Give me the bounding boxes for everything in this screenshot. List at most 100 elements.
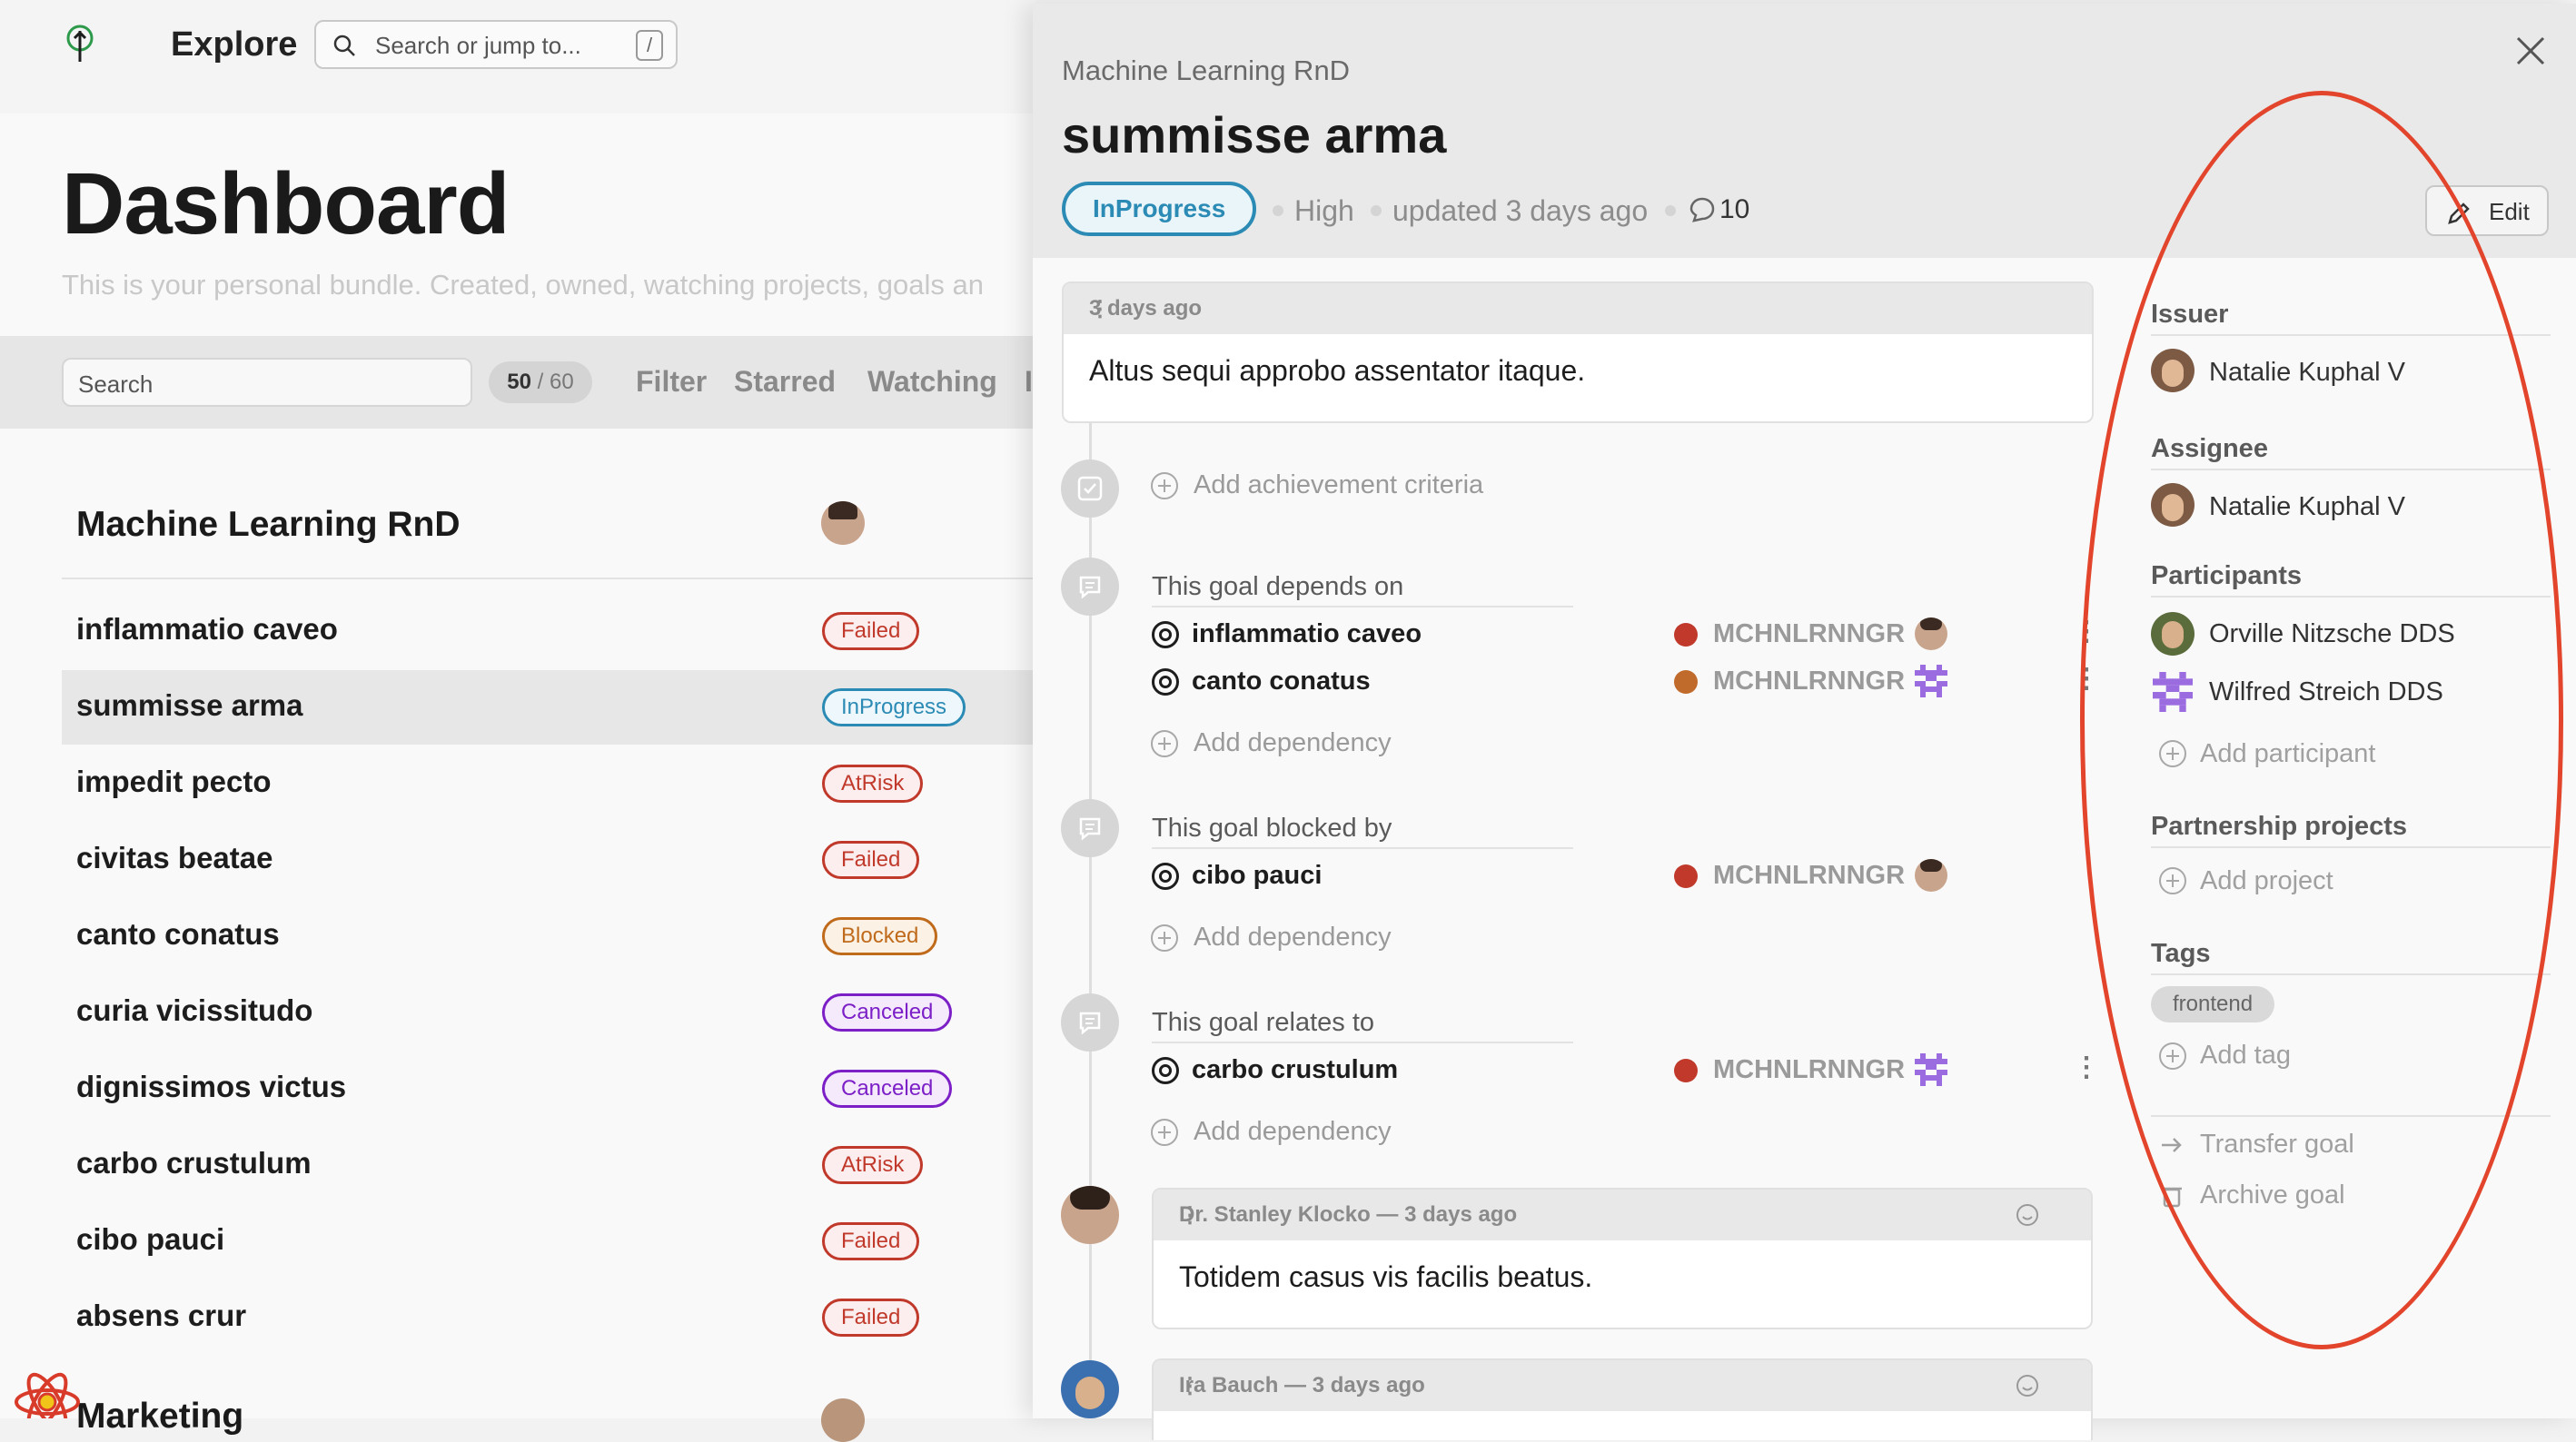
goal-name: civitas beatae bbox=[76, 841, 273, 874]
goal-target-icon bbox=[1152, 1057, 1179, 1084]
related-goal-link[interactable]: carbo crustulum bbox=[1192, 1055, 1398, 1085]
divider bbox=[62, 578, 1035, 579]
project-title[interactable]: Machine Learning RnD bbox=[76, 505, 461, 545]
divider bbox=[1152, 1042, 1573, 1043]
next-project-avatar bbox=[821, 1398, 865, 1442]
goal-priority: High bbox=[1294, 194, 1354, 227]
goal-row[interactable]: curia vicissitudo Canceled bbox=[62, 975, 1035, 1050]
project-key: MCHNLRNNGR bbox=[1713, 619, 1906, 648]
goal-status-badge[interactable]: Canceled bbox=[822, 993, 953, 1032]
goal-project-link[interactable]: Machine Learning RnD bbox=[1062, 54, 1350, 87]
goal-status-badge[interactable]: Failed bbox=[822, 841, 920, 879]
add-dependency-icon[interactable] bbox=[1151, 1119, 1178, 1146]
goal-status-badge[interactable]: InProgress bbox=[1062, 182, 1257, 236]
explore-link[interactable]: Explore bbox=[171, 25, 297, 64]
criteria-icon bbox=[1061, 459, 1119, 518]
goal-row[interactable]: canto conatus Blocked bbox=[62, 899, 1035, 973]
goal-description: Altus sequi approbo assentator itaque. bbox=[1089, 354, 1586, 387]
dependency-menu-icon[interactable]: ⋮ bbox=[2073, 1052, 2100, 1083]
relates-icon bbox=[1061, 993, 1119, 1052]
blocked-by-title: This goal blocked by bbox=[1152, 814, 1392, 843]
goal-row[interactable]: civitas beatae Failed bbox=[62, 823, 1035, 897]
goal-status-badge[interactable]: AtRisk bbox=[822, 765, 924, 803]
goal-row[interactable]: carbo crustulum AtRisk bbox=[62, 1128, 1035, 1202]
watching-button[interactable]: Watching bbox=[867, 365, 997, 399]
priority-dot bbox=[1674, 1059, 1698, 1082]
add-dependency-button[interactable]: Add dependency bbox=[1194, 1117, 1392, 1147]
goal-row[interactable]: inflammatio caveo Failed bbox=[62, 594, 1035, 668]
search-placeholder: Search or jump to... bbox=[375, 32, 581, 59]
identicon-avatar bbox=[1915, 665, 1947, 697]
react-devtools-icon[interactable] bbox=[7, 1362, 80, 1418]
separator-dot bbox=[1273, 205, 1283, 216]
filter-button[interactable]: Filter bbox=[636, 365, 707, 399]
goal-updated: updated 3 days ago bbox=[1392, 194, 1649, 227]
add-dependency-icon[interactable] bbox=[1151, 924, 1178, 952]
owner-avatar bbox=[1915, 617, 1947, 650]
goal-status-badge[interactable]: Blocked bbox=[822, 917, 938, 955]
goal-status-badge[interactable]: InProgress bbox=[822, 688, 966, 726]
goal-name: carbo crustulum bbox=[76, 1146, 312, 1180]
relates-to-title: This goal relates to bbox=[1152, 1008, 1375, 1037]
goal-description-card: 3 days ago ⋮ Altus sequi approbo assentat… bbox=[1062, 281, 2094, 423]
dependency-icon bbox=[1061, 558, 1119, 616]
goal-name: dignissimos victus bbox=[76, 1070, 347, 1103]
annotation-ellipse bbox=[2080, 91, 2563, 1349]
add-criteria-button[interactable]: Add achievement criteria bbox=[1194, 470, 1483, 500]
edit-label: Edit bbox=[2489, 198, 2530, 225]
goals-count: 50 bbox=[507, 370, 531, 394]
project-key: MCHNLRNNGR bbox=[1713, 1055, 1906, 1084]
comments-count: 10 bbox=[1719, 194, 1750, 224]
goal-status-badge[interactable]: Failed bbox=[822, 1299, 920, 1337]
next-project-title[interactable]: Marketing bbox=[76, 1397, 243, 1437]
goals-search-placeholder: Search bbox=[78, 370, 154, 398]
goal-name: canto conatus bbox=[76, 917, 280, 951]
add-dependency-button[interactable]: Add dependency bbox=[1194, 923, 1392, 953]
description-menu-icon[interactable]: ⋮ bbox=[1089, 296, 2072, 322]
goal-row[interactable]: cibo pauci Failed bbox=[62, 1204, 1035, 1279]
goal-target-icon bbox=[1152, 668, 1179, 696]
commenter-avatar bbox=[1061, 1186, 1119, 1244]
priority-dot bbox=[1674, 864, 1698, 888]
blocked-icon bbox=[1061, 799, 1119, 857]
separator-dot bbox=[1665, 205, 1676, 216]
goals-search-input[interactable]: Search bbox=[62, 358, 472, 407]
top-bar: Explore Search or jump to... / bbox=[0, 0, 1035, 114]
goals-total: / 60 bbox=[537, 370, 574, 394]
goal-row[interactable]: absens crur Failed bbox=[62, 1280, 1035, 1355]
add-criteria-icon[interactable] bbox=[1151, 472, 1178, 499]
priority-dot bbox=[1674, 623, 1698, 647]
search-shortcut-key: / bbox=[636, 30, 663, 61]
goal-row[interactable]: impedit pecto AtRisk bbox=[62, 746, 1035, 821]
dependency-goal-link[interactable]: canto conatus bbox=[1192, 667, 1371, 696]
page-subtitle: This is your personal bundle. Created, o… bbox=[62, 269, 984, 301]
goal-status-badge[interactable]: Canceled bbox=[822, 1070, 953, 1108]
dependency-goal-link[interactable]: inflammatio caveo bbox=[1192, 619, 1422, 649]
divider bbox=[1152, 847, 1573, 849]
app-logo-icon[interactable] bbox=[64, 24, 96, 65]
comment-icon bbox=[1689, 197, 1715, 222]
goal-name: cibo pauci bbox=[76, 1222, 225, 1256]
goal-target-icon bbox=[1152, 863, 1179, 890]
comment-text: Totidem casus vis facilis beatus. bbox=[1179, 1260, 1593, 1293]
goal-row[interactable]: summisse arma InProgress bbox=[62, 670, 1035, 745]
priority-dot bbox=[1674, 670, 1698, 694]
goal-title: summisse arma bbox=[1062, 106, 1447, 163]
goal-status-badge[interactable]: AtRisk bbox=[822, 1146, 924, 1184]
blocking-goal-link[interactable]: cibo pauci bbox=[1192, 861, 1322, 891]
project-key: MCHNLRNNGR bbox=[1713, 861, 1906, 890]
partial-filter-button[interactable]: I bbox=[1025, 365, 1033, 399]
close-icon[interactable] bbox=[2514, 35, 2547, 67]
goal-status-badge[interactable]: Failed bbox=[822, 1222, 920, 1260]
goal-status-badge[interactable]: Failed bbox=[822, 612, 920, 650]
goal-row[interactable]: dignissimos victus Canceled bbox=[62, 1052, 1035, 1126]
comment-card: Ira Bauch — 3 days ago ⋮ bbox=[1152, 1358, 2093, 1440]
starred-button[interactable]: Starred bbox=[734, 365, 836, 399]
comment-menu-icon[interactable]: ⋮ bbox=[1179, 1202, 2071, 1229]
comment-menu-icon[interactable]: ⋮ bbox=[1179, 1373, 2071, 1399]
goal-name: impedit pecto bbox=[76, 765, 272, 798]
add-dependency-button[interactable]: Add dependency bbox=[1194, 728, 1392, 758]
separator-dot bbox=[1371, 205, 1382, 216]
add-dependency-icon[interactable] bbox=[1151, 730, 1178, 757]
global-search-input[interactable]: Search or jump to... / bbox=[314, 20, 678, 69]
